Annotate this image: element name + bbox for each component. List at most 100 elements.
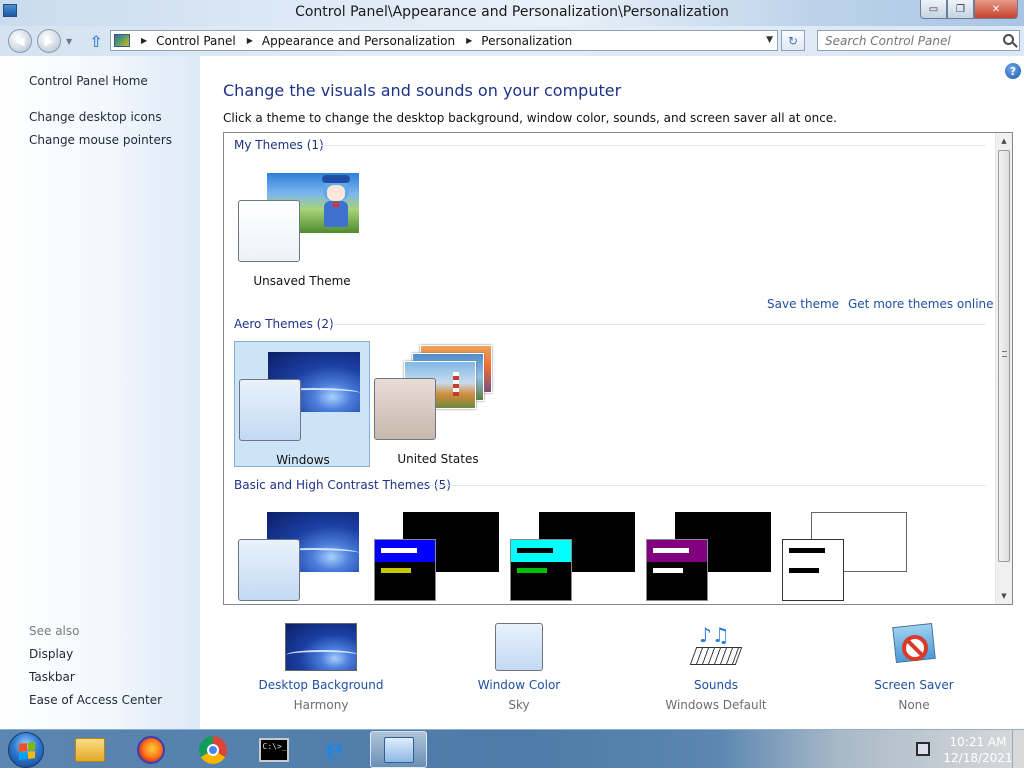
taskbar-control-panel[interactable] [370, 731, 427, 768]
get-more-themes-link[interactable]: Get more themes online [848, 297, 994, 311]
screen-saver-value: None [898, 698, 930, 712]
desktop-background-value: Harmony [293, 698, 349, 712]
theme-windows-basic[interactable] [234, 502, 370, 604]
scroll-up-button[interactable]: ▲ [996, 133, 1012, 149]
taskbar-explorer[interactable] [61, 731, 118, 768]
change-desktop-icons-link[interactable]: Change desktop icons [29, 110, 162, 124]
window-controls: ▭ ❐ ✕ [920, 0, 1018, 19]
breadcrumb-separator[interactable]: ▶ [141, 36, 147, 45]
restore-button[interactable]: ❐ [947, 0, 974, 19]
internet-explorer-icon: e [324, 731, 345, 767]
control-panel-home-link[interactable]: Control Panel Home [29, 74, 148, 88]
help-icon[interactable]: ? [1005, 63, 1021, 79]
recent-pages-dropdown[interactable]: ▼ [66, 37, 72, 46]
theme-high-contrast-white[interactable] [778, 502, 914, 604]
breadcrumb-control-panel[interactable]: Control Panel [156, 34, 236, 48]
themes-scrollbar[interactable]: ▲ ▼ [995, 133, 1012, 604]
theme-color-swatch [782, 539, 844, 601]
theme-color-swatch [510, 539, 572, 601]
breadcrumb-personalization[interactable]: Personalization [481, 34, 572, 48]
up-arrow-icon[interactable]: ⇧ [87, 32, 105, 51]
theme-unsaved[interactable]: Unsaved Theme [234, 163, 370, 289]
page-description: Click a theme to change the desktop back… [223, 111, 837, 125]
window-color-setting[interactable]: Window Color Sky [434, 623, 604, 723]
sounds-icon: ♪♫ [689, 623, 743, 671]
address-dropdown-icon[interactable]: ▼ [766, 35, 773, 45]
section-divider [321, 145, 986, 146]
theme-high-contrast-black[interactable] [642, 502, 778, 604]
theme-high-contrast-1[interactable] [370, 502, 506, 604]
section-divider [428, 485, 986, 486]
search-box[interactable] [817, 30, 1020, 51]
theme-united-states[interactable]: United States [370, 341, 506, 467]
breadcrumb-appearance[interactable]: Appearance and Personalization [262, 34, 455, 48]
section-divider [332, 324, 986, 325]
taskbar-ie[interactable]: e [306, 731, 363, 768]
screen-saver-label[interactable]: Screen Saver [829, 678, 999, 692]
theme-color-swatch [239, 379, 301, 441]
folder-icon [74, 737, 105, 762]
themes-list[interactable]: My Themes (1) Unsaved Theme Save theme G… [223, 132, 1013, 605]
theme-high-contrast-2[interactable] [506, 502, 642, 604]
clock-time: 10:21 AM [949, 735, 1007, 749]
sounds-label[interactable]: Sounds [631, 678, 801, 692]
search-icon[interactable] [1003, 34, 1014, 45]
theme-color-swatch [238, 200, 300, 262]
address-bar[interactable]: ▶ Control Panel ▶ Appearance and Persona… [110, 30, 778, 51]
forward-button[interactable]: ▶ [37, 29, 61, 53]
network-icon[interactable] [916, 742, 930, 756]
screen-saver-icon [890, 623, 938, 671]
see-also-heading: See also [29, 624, 80, 638]
back-button[interactable]: ◀ [8, 29, 32, 53]
save-theme-link[interactable]: Save theme [767, 297, 839, 311]
theme-color-swatch [646, 539, 708, 601]
desktop-background-label[interactable]: Desktop Background [236, 678, 406, 692]
theme-windows[interactable]: Windows [234, 341, 370, 467]
window-color-value: Sky [508, 698, 530, 712]
refresh-button[interactable]: ↻ [781, 30, 805, 51]
firefox-icon [136, 735, 165, 764]
control-panel-icon [114, 34, 130, 47]
page-title: Change the visuals and sounds on your co… [223, 81, 622, 100]
task-pane: Control Panel Home Change desktop icons … [0, 56, 200, 729]
close-button[interactable]: ✕ [974, 0, 1018, 19]
minimize-button[interactable]: ▭ [920, 0, 947, 19]
chrome-icon [198, 735, 227, 764]
change-mouse-pointers-link[interactable]: Change mouse pointers [29, 133, 172, 147]
aero-themes-header: Aero Themes (2) [234, 317, 334, 331]
sounds-setting[interactable]: ♪♫ Sounds Windows Default [631, 623, 801, 723]
start-button[interactable] [8, 732, 44, 768]
command-prompt-icon: C:\>_ [258, 737, 289, 762]
cirno-wallpaper-character [319, 175, 353, 229]
basic-themes-header: Basic and High Contrast Themes (5) [234, 478, 451, 492]
taskbar-firefox[interactable] [122, 731, 179, 768]
theme-name: Unsaved Theme [253, 274, 351, 288]
navigation-bar: ◀ ▶ ▼ ⇧ ▶ Control Panel ▶ Appearance and… [0, 26, 1024, 56]
sounds-value: Windows Default [665, 698, 767, 712]
my-themes-header: My Themes (1) [234, 138, 324, 152]
windows-logo-icon [19, 742, 35, 760]
taskbar-cmd[interactable]: C:\>_ [245, 731, 302, 768]
desktop-background-icon [285, 623, 358, 671]
screen-saver-setting[interactable]: Screen Saver None [829, 623, 999, 723]
taskbar: C:\>_ e 10:21 AM 12/18/2021 [0, 729, 1024, 768]
theme-name: United States [397, 452, 479, 466]
display-link[interactable]: Display [29, 647, 73, 661]
window-color-icon [495, 623, 543, 671]
window-color-label[interactable]: Window Color [434, 678, 604, 692]
theme-name: Windows [276, 453, 330, 467]
breadcrumb-separator[interactable]: ▶ [247, 36, 253, 45]
theme-color-swatch [374, 378, 436, 440]
show-desktop-button[interactable] [1012, 730, 1024, 768]
scroll-down-button[interactable]: ▼ [996, 588, 1012, 604]
window-title: Control Panel\Appearance and Personaliza… [295, 4, 729, 20]
taskbar-chrome[interactable] [184, 731, 241, 768]
taskbar-link[interactable]: Taskbar [29, 670, 75, 684]
scroll-thumb[interactable] [998, 150, 1010, 562]
clock[interactable]: 10:21 AM 12/18/2021 [938, 734, 1018, 766]
breadcrumb-separator[interactable]: ▶ [466, 36, 472, 45]
search-input[interactable] [818, 31, 993, 50]
desktop-background-setting[interactable]: Desktop Background Harmony [236, 623, 406, 723]
ease-of-access-link[interactable]: Ease of Access Center [29, 693, 162, 707]
clock-date: 12/18/2021 [943, 751, 1013, 765]
